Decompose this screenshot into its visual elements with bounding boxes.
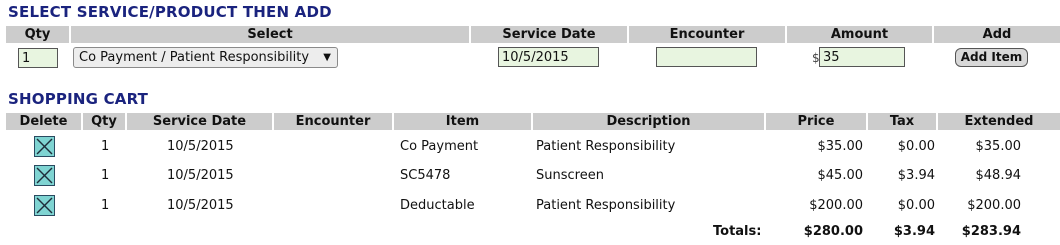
add-item-button[interactable]: Add Item [955,48,1028,67]
table-row: 1 10/5/2015 SC5478 Sunscreen $45.00 $3.9… [0,161,1060,191]
cart-header-row: Delete Qty Service Date Encounter Item D… [6,113,1060,130]
total-extended: $283.94 [961,224,1021,239]
row-extended: $200.00 [967,198,1021,213]
chevron-down-icon: ▼ [323,52,331,63]
row-service-date: 10/5/2015 [167,139,234,154]
header-encounter: Encounter [629,26,787,43]
row-tax: $3.94 [897,168,935,183]
row-item: Co Payment [400,139,479,154]
cart-header-qty: Qty [83,113,127,130]
header-service-date: Service Date [471,26,629,43]
cart-header-service-date: Service Date [127,113,274,130]
cart-section-title: SHOPPING CART [8,90,149,108]
row-tax: $0.00 [897,139,935,154]
service-select[interactable]: Co Payment / Patient Responsibility ▼ [73,47,338,68]
delete-x-icon [36,167,53,184]
select-section-title: SELECT SERVICE/PRODUCT THEN ADD [8,3,332,21]
row-service-date: 10/5/2015 [167,198,234,213]
cart-header-tax: Tax [868,113,938,130]
row-description: Patient Responsibility [536,139,676,154]
row-extended: $48.94 [975,168,1022,183]
row-price: $200.00 [809,198,863,213]
row-extended: $35.00 [975,139,1022,154]
delete-x-icon [36,138,53,155]
totals-label: Totals: [713,224,762,239]
select-form-row: Co Payment / Patient Responsibility ▼ $ … [0,45,1060,71]
row-service-date: 10/5/2015 [167,168,234,183]
row-qty: 1 [101,139,110,154]
amount-input[interactable] [819,47,905,67]
header-select: Select [71,26,471,43]
delete-row-button[interactable] [34,165,55,186]
row-item: SC5478 [400,168,451,183]
cart-header-delete: Delete [6,113,83,130]
delete-row-button[interactable] [34,195,55,216]
row-qty: 1 [101,198,110,213]
total-tax: $3.94 [893,224,935,239]
cart-header-item: Item [394,113,533,130]
header-amount: Amount [787,26,934,43]
row-price: $35.00 [817,139,864,154]
cart-header-description: Description [533,113,766,130]
header-add: Add [982,27,1012,42]
cart-header-extended: Extended [964,114,1034,129]
cart-header-price: Price [766,113,868,130]
delete-x-icon [36,197,53,214]
row-description: Sunscreen [536,168,604,183]
cart-header-encounter: Encounter [274,113,394,130]
header-qty: Qty [6,26,71,43]
table-row: 1 10/5/2015 Co Payment Patient Responsib… [0,132,1060,162]
qty-input[interactable] [18,48,58,68]
delete-row-button[interactable] [34,136,55,157]
row-description: Patient Responsibility [536,198,676,213]
row-item: Deductable [400,198,475,213]
row-price: $45.00 [817,168,864,183]
total-price: $280.00 [803,224,863,239]
service-date-input[interactable] [498,47,599,67]
table-row: 1 10/5/2015 Deductable Patient Responsib… [0,191,1060,221]
row-qty: 1 [101,168,110,183]
row-tax: $0.00 [897,198,935,213]
encounter-input[interactable] [656,47,757,67]
select-header-row: Qty Select Service Date Encounter Amount… [6,26,1060,43]
service-select-value: Co Payment / Patient Responsibility [79,50,310,65]
